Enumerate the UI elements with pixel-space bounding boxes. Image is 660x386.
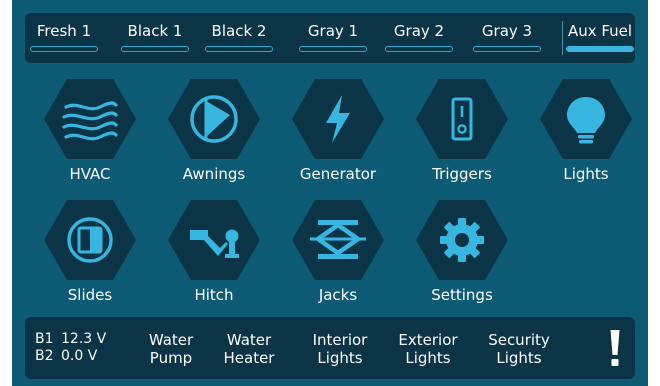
battery-voltage: 0.0 V xyxy=(61,348,98,364)
exterior-lights-button[interactable]: Exterior Lights xyxy=(393,331,463,367)
tile-label: HVAC xyxy=(69,165,111,183)
scissor-jack-icon xyxy=(292,200,384,280)
slide-out-icon xyxy=(44,200,136,280)
tile-label: Lights xyxy=(563,165,609,183)
switch-label-line2: Heater xyxy=(223,349,275,367)
switch-label-line1: Water xyxy=(148,331,194,349)
tank-gray-1[interactable]: Gray 1 xyxy=(295,13,371,63)
battery-voltages: B1 12.3 V B2 0.0 V xyxy=(35,331,106,365)
tank-level-fill xyxy=(567,47,633,51)
tank-level-meter xyxy=(566,46,634,52)
exclamation-alert-icon[interactable] xyxy=(608,328,622,368)
battery-1-row: B1 12.3 V xyxy=(35,331,106,348)
tank-level-meter xyxy=(205,46,273,52)
tank-black-2[interactable]: Black 2 xyxy=(201,13,277,63)
tank-divider xyxy=(562,21,563,55)
tank-label: Black 2 xyxy=(211,22,267,40)
control-panel-screen: Fresh 1 Black 1 Black 2 Gray 1 Gray 2 Gr… xyxy=(12,0,648,386)
awning-icon xyxy=(168,79,260,159)
tile-label: Jacks xyxy=(318,286,358,304)
tank-label: Aux Fuel xyxy=(567,22,633,40)
hvac-icon xyxy=(44,79,136,159)
tank-label: Gray 3 xyxy=(481,22,533,40)
trailer-hitch-icon xyxy=(168,200,260,280)
switch-label-line1: Water xyxy=(226,331,272,349)
toggle-switch-icon xyxy=(416,79,508,159)
light-bulb-icon xyxy=(540,79,632,159)
tank-fresh-1[interactable]: Fresh 1 xyxy=(29,13,99,63)
tank-level-meter xyxy=(385,46,453,52)
tank-level-meter xyxy=(299,46,367,52)
water-pump-button[interactable]: Water Pump xyxy=(139,331,203,367)
security-lights-button[interactable]: Security Lights xyxy=(483,331,555,367)
switch-label-line1: Security xyxy=(488,331,550,349)
tank-aux-fuel[interactable]: Aux Fuel xyxy=(566,13,634,63)
tank-level-meter xyxy=(473,46,541,52)
interior-lights-button[interactable]: Interior Lights xyxy=(305,331,375,367)
bottom-switch-bar: B1 12.3 V B2 0.0 V Water Pump Water Heater… xyxy=(25,317,635,379)
switch-label-line1: Exterior xyxy=(398,331,458,349)
tile-label: Awnings xyxy=(182,165,246,183)
tank-level-bar: Fresh 1 Black 1 Black 2 Gray 1 Gray 2 Gr… xyxy=(25,13,635,63)
tank-gray-3[interactable]: Gray 3 xyxy=(469,13,545,63)
tank-label: Gray 1 xyxy=(307,22,359,40)
battery-2-row: B2 0.0 V xyxy=(35,348,106,365)
battery-name: B1 xyxy=(35,331,54,347)
tank-level-meter xyxy=(30,46,98,52)
switch-label-line2: Lights xyxy=(317,349,363,367)
tank-black-1[interactable]: Black 1 xyxy=(117,13,193,63)
tile-label: Triggers xyxy=(432,165,492,183)
switch-label-line2: Pump xyxy=(149,349,193,367)
tank-label: Gray 2 xyxy=(393,22,445,40)
tile-label: Hitch xyxy=(194,286,234,304)
tank-level-meter xyxy=(121,46,189,52)
tank-label: Black 1 xyxy=(127,22,183,40)
switch-label-line2: Lights xyxy=(405,349,451,367)
tank-label: Fresh 1 xyxy=(36,22,92,40)
battery-name: B2 xyxy=(35,348,54,364)
gear-icon xyxy=(416,200,508,280)
switch-label-line1: Interior xyxy=(312,331,368,349)
tank-gray-2[interactable]: Gray 2 xyxy=(381,13,457,63)
water-heater-button[interactable]: Water Heater xyxy=(217,331,281,367)
lightning-bolt-icon xyxy=(292,79,384,159)
tile-label: Slides xyxy=(67,286,113,304)
switch-label-line2: Lights xyxy=(496,349,542,367)
tile-label: Generator xyxy=(299,165,377,183)
tile-label: Settings xyxy=(431,286,493,304)
battery-voltage: 12.3 V xyxy=(61,331,107,347)
